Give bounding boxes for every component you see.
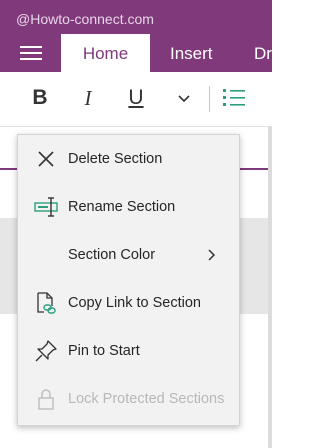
formatting-toolbar: B I U: [0, 72, 272, 127]
menu-item-label: Copy Link to Section: [68, 295, 201, 311]
chevron-down-icon: [178, 95, 190, 103]
menu-item-label: Lock Protected Sections: [68, 391, 225, 407]
menu-item-label: Section Color: [68, 247, 156, 263]
rename-icon: [34, 197, 58, 217]
menu-item-pin-to-start[interactable]: Pin to Start: [18, 327, 239, 375]
tab-insert[interactable]: Insert: [170, 34, 213, 72]
pin-icon: [35, 340, 57, 362]
scrollbar-track[interactable]: [268, 127, 272, 448]
menu-item-delete-section[interactable]: Delete Section: [18, 135, 239, 183]
bullet-list-icon: [223, 89, 245, 106]
menu-item-section-color[interactable]: Section Color: [18, 231, 239, 279]
menu-item-label: Rename Section: [68, 199, 176, 215]
italic-button[interactable]: I: [72, 82, 104, 114]
menu-item-lock-protected-sections: Lock Protected Sections: [18, 375, 239, 423]
chevron-right-icon: [208, 249, 216, 261]
menu-item-copy-link[interactable]: Copy Link to Section: [18, 279, 239, 327]
link-icon: [37, 292, 56, 314]
hamburger-menu-icon[interactable]: [20, 46, 42, 60]
watermark-text: @Howto-connect.com: [16, 11, 154, 27]
underline-button[interactable]: U: [120, 82, 152, 114]
lock-icon: [38, 389, 54, 410]
bold-button[interactable]: B: [24, 82, 56, 114]
toolbar-separator: [209, 86, 210, 112]
more-format-dropdown-button[interactable]: [168, 82, 200, 114]
menu-item-label: Pin to Start: [68, 343, 140, 359]
tab-home[interactable]: Home: [61, 34, 150, 72]
close-icon: [38, 151, 54, 167]
bullet-list-button[interactable]: [218, 82, 250, 114]
section-context-menu: Delete Section Rename Section Section Co…: [17, 134, 240, 426]
menu-item-label: Delete Section: [68, 151, 163, 167]
title-bar: @Howto-connect.com Home Insert Dr: [0, 0, 272, 72]
menu-item-rename-section[interactable]: Rename Section: [18, 183, 239, 231]
tab-draw[interactable]: Dr: [254, 34, 272, 72]
